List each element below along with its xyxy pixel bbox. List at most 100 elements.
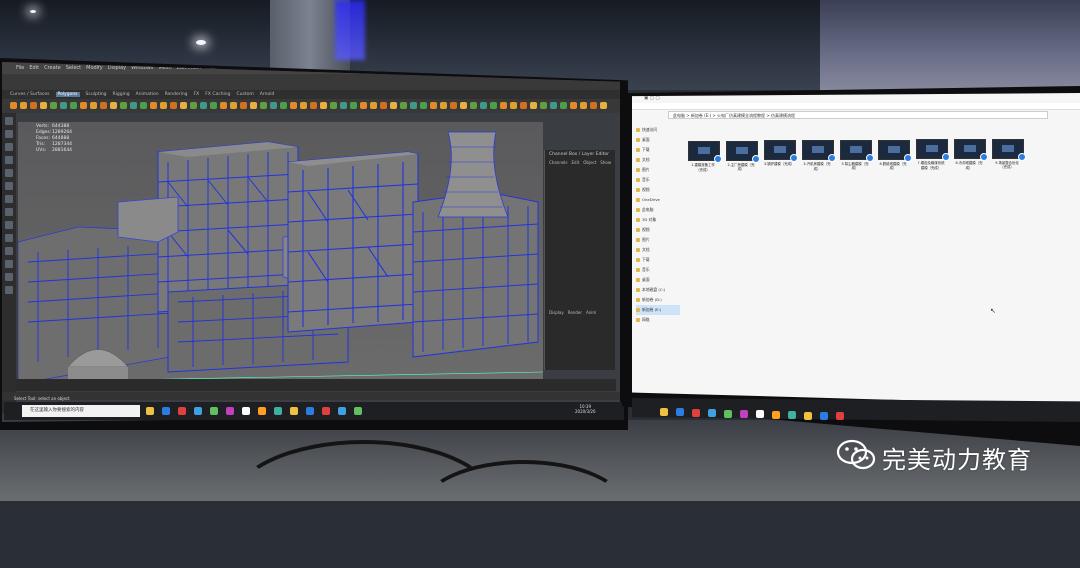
- tool-button-icon[interactable]: [5, 286, 13, 294]
- shelf-tool-icon[interactable]: [60, 102, 67, 109]
- shelf-tool-icon[interactable]: [170, 102, 177, 109]
- shelf-tool-icon[interactable]: [460, 102, 467, 109]
- shelf-tool-icon[interactable]: [560, 102, 567, 109]
- shelf-tab[interactable]: FX Caching: [205, 92, 230, 97]
- taskbar-app-icon[interactable]: [274, 407, 282, 415]
- shelf-tool-icon[interactable]: [20, 102, 27, 109]
- shelf-tool-icon[interactable]: [180, 102, 187, 109]
- taskbar-app-icon[interactable]: [708, 409, 716, 418]
- tool-button-icon[interactable]: [5, 260, 13, 268]
- shelf-tool-icon[interactable]: [490, 102, 497, 109]
- panel-tab[interactable]: Render: [568, 310, 582, 315]
- tool-button-icon[interactable]: [5, 169, 13, 177]
- tool-button-icon[interactable]: [5, 208, 13, 216]
- shelf-tab[interactable]: FX: [194, 92, 200, 97]
- taskbar-app-icon[interactable]: [724, 409, 732, 418]
- taskbar-app-icon[interactable]: [178, 407, 186, 415]
- taskbar-app-icon[interactable]: [242, 407, 250, 415]
- panel-tab[interactable]: Anim: [586, 310, 596, 315]
- shelf-tool-icon[interactable]: [440, 102, 447, 109]
- shelf-tool-icon[interactable]: [420, 102, 427, 109]
- nav-item[interactable]: OneDrive: [636, 195, 680, 205]
- nav-item[interactable]: 桌面: [636, 135, 680, 145]
- nav-item[interactable]: 新加卷 (E:): [636, 305, 680, 315]
- taskbar-app-icon[interactable]: [692, 408, 700, 417]
- file-item[interactable]: 5.除尘器建模（完成）: [840, 139, 874, 171]
- menu-item[interactable]: Display: [108, 65, 126, 71]
- shelf-tab[interactable]: Custom: [237, 92, 254, 97]
- shelf-tool-icon[interactable]: [270, 102, 277, 109]
- tool-button-icon[interactable]: [5, 182, 13, 190]
- shelf-tool-icon[interactable]: [30, 102, 37, 109]
- menu-item[interactable]: Modify: [86, 65, 103, 71]
- shelf-tool-icon[interactable]: [50, 102, 57, 109]
- tool-button-icon[interactable]: [5, 247, 13, 255]
- taskbar-app-icon[interactable]: [258, 407, 266, 415]
- menu-item[interactable]: File: [16, 65, 24, 71]
- shelf-tool-icon[interactable]: [150, 102, 157, 109]
- file-item[interactable]: 9.场景整合优化（完成）: [992, 138, 1026, 170]
- shelf-tool-icon[interactable]: [190, 102, 197, 109]
- shelf-tool-icon[interactable]: [350, 102, 357, 109]
- shelf-tool-icon[interactable]: [380, 102, 387, 109]
- shelf-tool-icon[interactable]: [240, 102, 247, 109]
- shelf-tool-icon[interactable]: [220, 102, 227, 109]
- shelf-tool-icon[interactable]: [260, 102, 267, 109]
- menu-item[interactable]: Edit: [29, 65, 39, 71]
- file-item[interactable]: 1.建模准备工作（完成）: [688, 141, 722, 172]
- panel-tab[interactable]: Edit: [572, 160, 580, 165]
- taskbar-app-icon[interactable]: [210, 407, 218, 415]
- shelf-tool-icon[interactable]: [10, 102, 17, 109]
- shelf-tab[interactable]: Rigging: [113, 92, 130, 97]
- shelf-tool-icon[interactable]: [280, 102, 287, 109]
- shelf-tool-icon[interactable]: [590, 102, 597, 109]
- tool-button-icon[interactable]: [5, 221, 13, 229]
- taskbar-app-icon[interactable]: [306, 407, 314, 415]
- nav-item[interactable]: 此电脑: [636, 205, 680, 215]
- shelf-tool-icon[interactable]: [320, 102, 327, 109]
- nav-item[interactable]: 视频: [636, 225, 680, 235]
- shelf-tool-icon[interactable]: [450, 102, 457, 109]
- nav-item[interactable]: 桌面: [636, 275, 680, 285]
- panel-tab[interactable]: Show: [600, 160, 611, 165]
- nav-item[interactable]: 文档: [636, 155, 680, 165]
- shelf-tool-icon[interactable]: [90, 102, 97, 109]
- shelf-tool-icon[interactable]: [300, 102, 307, 109]
- nav-item[interactable]: 网络: [636, 315, 680, 325]
- shelf-tool-icon[interactable]: [430, 102, 437, 109]
- taskbar-app-icon[interactable]: [772, 410, 780, 419]
- nav-item[interactable]: 图片: [636, 235, 680, 245]
- shelf-tool-icon[interactable]: [70, 102, 77, 109]
- shelf-tool-icon[interactable]: [360, 102, 367, 109]
- menu-item[interactable]: Create: [44, 65, 61, 71]
- shelf-tab[interactable]: Arnold: [260, 92, 275, 97]
- shelf-tool-icon[interactable]: [580, 102, 587, 109]
- file-item[interactable]: 4.汽机房建模（完成）: [802, 140, 836, 171]
- panel-tab[interactable]: Display: [549, 310, 564, 315]
- shelf-tool-icon[interactable]: [210, 102, 217, 109]
- taskbar-search-box[interactable]: 在这里输入你要搜索的内容: [22, 405, 140, 417]
- taskbar-app-icon[interactable]: [354, 407, 362, 415]
- taskbar-app-icon[interactable]: [146, 407, 154, 415]
- shelf-tool-icon[interactable]: [250, 102, 257, 109]
- tool-button-icon[interactable]: [5, 117, 13, 125]
- shelf-tool-icon[interactable]: [230, 102, 237, 109]
- shelf-tab[interactable]: Rendering: [165, 92, 188, 97]
- shelf-tool-icon[interactable]: [140, 102, 147, 109]
- shelf-tool-icon[interactable]: [410, 102, 417, 109]
- shelf-tab[interactable]: Sculpting: [86, 92, 107, 97]
- tool-button-icon[interactable]: [5, 156, 13, 164]
- shelf-tool-icon[interactable]: [200, 102, 207, 109]
- taskbar-app-icon[interactable]: [836, 412, 844, 421]
- nav-item[interactable]: 快速访问: [636, 125, 680, 135]
- nav-item[interactable]: 新加卷 (D:): [636, 295, 680, 305]
- taskbar-app-icon[interactable]: [226, 407, 234, 415]
- taskbar-app-icon[interactable]: [322, 407, 330, 415]
- panel-tab[interactable]: Channels: [549, 160, 568, 165]
- file-item[interactable]: 3.锅炉建模（完成）: [764, 140, 798, 167]
- file-item[interactable]: 7.烟囱及输煤系统建模（完成）: [916, 139, 950, 170]
- shelf-tool-icon[interactable]: [540, 102, 547, 109]
- shelf-tool-icon[interactable]: [470, 102, 477, 109]
- shelf-tool-icon[interactable]: [550, 102, 557, 109]
- shelf-tool-icon[interactable]: [520, 102, 527, 109]
